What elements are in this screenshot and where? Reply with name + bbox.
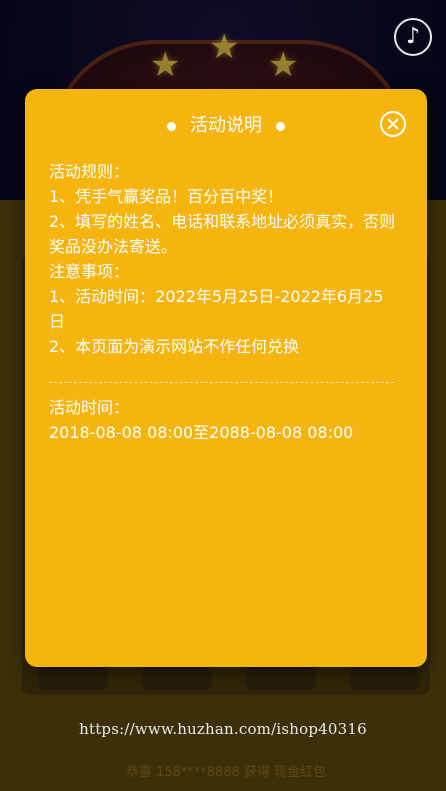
music-toggle-button[interactable]: ♪ <box>394 18 432 56</box>
title-dot-right <box>276 121 285 131</box>
rule-item: 2、填写的姓名、电话和联系地址必须真实，否则奖品没办法寄送。 <box>49 212 396 256</box>
notes-heading: 注意事项： <box>49 262 130 281</box>
title-dot-left <box>167 121 176 131</box>
page: ★ ★ ★ https://www.huzhan.com/ishop40316 … <box>0 0 446 791</box>
rules-heading: 活动规则： <box>49 162 130 181</box>
rule-item: 1、凭手气赢奖品！百分百中奖！ <box>49 187 284 206</box>
footer-url[interactable]: https://www.huzhan.com/ishop40316 <box>0 720 446 738</box>
dashed-divider <box>49 382 394 383</box>
note-item: 2、本页面为演示网站不作任何兑换 <box>49 337 300 356</box>
close-icon[interactable] <box>380 111 406 137</box>
modal-title: 活动说明 <box>190 115 262 136</box>
modal-body: 活动规则： 1、凭手气赢奖品！百分百中奖！ 2、填写的姓名、电话和联系地址必须真… <box>49 159 399 445</box>
note-item: 1、活动时间：2022年5月25日-2022年6月25日 <box>49 287 384 331</box>
activity-info-modal: 活动说明 活动规则： 1、凭手气赢奖品！百分百中奖！ 2、填写的姓名、电话和联系… <box>25 89 427 667</box>
winner-ticker: 恭喜 158****8888 获得 现金红包 <box>62 755 390 791</box>
modal-header: 活动说明 <box>25 111 427 137</box>
music-note-icon: ♪ <box>405 24 421 49</box>
time-heading: 活动时间： <box>49 398 130 417</box>
time-value: 2018-08-08 08:00至2088-08-08 08:00 <box>49 423 354 442</box>
